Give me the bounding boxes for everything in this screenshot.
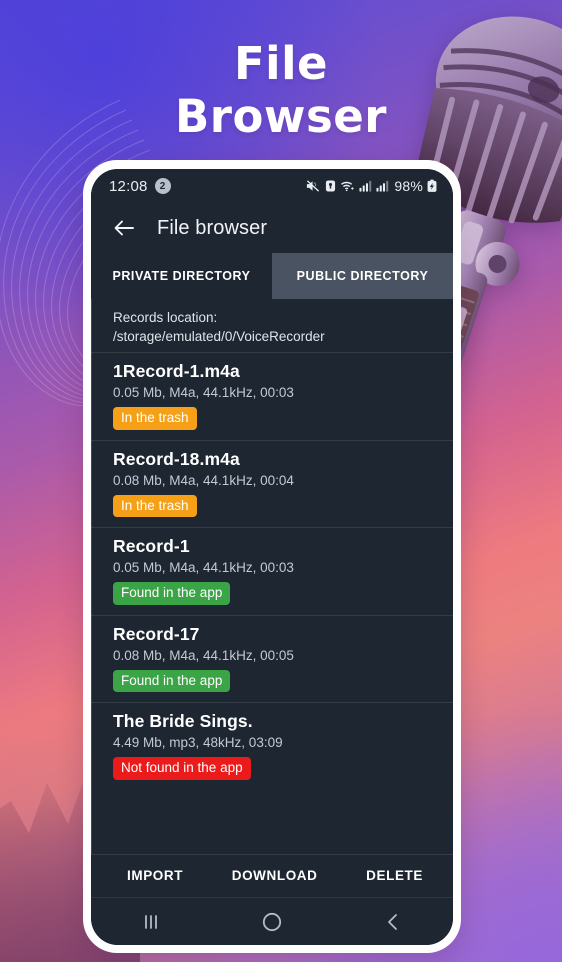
app-bar: File browser bbox=[91, 203, 453, 253]
hero-title-line2: Browser bbox=[175, 89, 387, 143]
records-location-path: /storage/emulated/0/VoiceRecorder bbox=[113, 328, 325, 344]
status-bar-right: 98% bbox=[306, 178, 437, 194]
status-badge: In the trash bbox=[113, 494, 197, 518]
file-name: Record-18.m4a bbox=[113, 448, 240, 469]
file-name: Record-17 bbox=[113, 623, 200, 644]
phone-screen: 12:08 2 98% File browser PRIVATE DIRECTO… bbox=[91, 169, 453, 945]
file-name: 1Record-1.m4a bbox=[113, 361, 240, 382]
phone-frame: 12:08 2 98% File browser PRIVATE DIRECTO… bbox=[83, 160, 461, 953]
list-item[interactable]: Record-1 0.05 Mb, M4a, 44.1kHz, 00:03 Fo… bbox=[91, 527, 453, 615]
file-meta: 0.08 Mb, M4a, 44.1kHz, 00:05 bbox=[113, 647, 294, 663]
file-meta: 0.05 Mb, M4a, 44.1kHz, 00:03 bbox=[113, 560, 294, 576]
signal-icon bbox=[359, 179, 372, 193]
back-icon[interactable] bbox=[363, 904, 423, 940]
mute-icon bbox=[306, 179, 321, 193]
battery-charging-icon bbox=[427, 179, 437, 193]
file-name: The Bride Sings. bbox=[113, 711, 253, 732]
status-badge: Found in the app bbox=[113, 669, 231, 693]
battery-percent-label: 98% bbox=[394, 178, 423, 194]
file-name: Record-1 bbox=[113, 536, 190, 557]
status-badge: Not found in the app bbox=[113, 757, 251, 780]
arrow-left-icon[interactable] bbox=[107, 211, 141, 245]
page-title: File browser bbox=[157, 216, 268, 239]
alarm-icon bbox=[325, 179, 336, 193]
action-bar: IMPORT DOWNLOAD DELETE bbox=[91, 854, 453, 897]
file-meta: 4.49 Mb, mp3, 48kHz, 03:09 bbox=[113, 735, 283, 751]
hero-title: File Browser bbox=[0, 37, 562, 143]
signal-icon bbox=[376, 179, 389, 193]
list-edge-divider bbox=[91, 299, 92, 854]
status-bar-left: 12:08 2 bbox=[109, 178, 171, 195]
file-list[interactable]: Records location: /storage/emulated/0/Vo… bbox=[91, 299, 453, 854]
download-button[interactable]: DOWNLOAD bbox=[183, 868, 366, 883]
records-location-label: Records location: bbox=[113, 310, 218, 325]
wifi-icon bbox=[340, 179, 355, 193]
status-badge: Found in the app bbox=[113, 582, 231, 605]
hero-title-line1: File bbox=[233, 37, 329, 90]
notification-count-badge: 2 bbox=[154, 178, 171, 194]
list-item[interactable]: Record-18.m4a 0.08 Mb, M4a, 44.1kHz, 00:… bbox=[91, 439, 453, 528]
status-badge: In the trash bbox=[113, 407, 197, 430]
directory-tabs: PRIVATE DIRECTORY PUBLIC DIRECTORY bbox=[91, 253, 453, 299]
recents-icon[interactable] bbox=[121, 904, 181, 940]
file-meta: 0.05 Mb, M4a, 44.1kHz, 00:03 bbox=[113, 385, 294, 401]
import-button[interactable]: IMPORT bbox=[127, 868, 183, 883]
records-location: Records location: /storage/emulated/0/Vo… bbox=[91, 299, 453, 352]
list-item[interactable]: The Bride Sings. 4.49 Mb, mp3, 48kHz, 03… bbox=[91, 702, 453, 790]
tab-private-directory[interactable]: PRIVATE DIRECTORY bbox=[91, 253, 272, 299]
list-item[interactable]: Record-17 0.08 Mb, M4a, 44.1kHz, 00:05 F… bbox=[91, 614, 453, 703]
list-item[interactable]: 1Record-1.m4a 0.05 Mb, M4a, 44.1kHz, 00:… bbox=[91, 352, 453, 440]
file-meta: 0.08 Mb, M4a, 44.1kHz, 00:04 bbox=[113, 472, 294, 488]
delete-button[interactable]: DELETE bbox=[366, 868, 423, 883]
status-bar: 12:08 2 98% bbox=[91, 169, 453, 203]
home-icon[interactable] bbox=[242, 904, 302, 940]
system-navigation-bar bbox=[91, 897, 453, 945]
status-time: 12:08 bbox=[109, 177, 148, 195]
tab-public-directory[interactable]: PUBLIC DIRECTORY bbox=[272, 253, 453, 299]
